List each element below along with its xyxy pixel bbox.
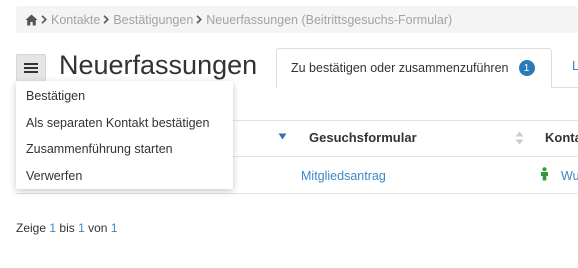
count-badge: 1 bbox=[518, 60, 535, 76]
pager-prefix: Zeige bbox=[16, 221, 47, 235]
actions-dropdown: Bestätigen Als separaten Kontakt bestäti… bbox=[16, 81, 233, 189]
breadcrumb-item-kontakte[interactable]: Kontakte bbox=[51, 13, 100, 27]
chevron-right-icon bbox=[196, 15, 203, 24]
breadcrumb-item-current: Neuerfassungen (Beitrittsgesuchs-Formula… bbox=[206, 12, 453, 27]
tab-next[interactable]: L bbox=[572, 58, 578, 73]
pager-to: 1 bbox=[78, 221, 85, 235]
form-link[interactable]: Mitgliedsantrag bbox=[301, 169, 386, 183]
chevron-right-icon bbox=[103, 15, 110, 24]
pager-total: 1 bbox=[110, 221, 118, 235]
sort-desc-icon[interactable] bbox=[278, 133, 287, 140]
column-header-kontakt[interactable]: Konta bbox=[545, 130, 578, 145]
menu-item-separat-bestaetigen[interactable]: Als separaten Kontakt bestätigen bbox=[16, 110, 233, 137]
tab-zu-bestaetigen[interactable]: Zu bestätigen oder zusammenzuführen 1 bbox=[276, 48, 552, 88]
menu-item-verwerfen[interactable]: Verwerfen bbox=[16, 163, 233, 190]
hamburger-icon bbox=[24, 63, 38, 73]
chevron-right-icon bbox=[41, 15, 47, 24]
menu-button[interactable] bbox=[16, 54, 46, 82]
pager-of-word: von bbox=[88, 221, 108, 235]
pager-to-word: bis bbox=[59, 221, 75, 235]
home-icon[interactable] bbox=[25, 14, 38, 26]
pagination-info: Zeige 1 bis 1 von 1 bbox=[16, 221, 118, 235]
tabs-divider bbox=[552, 87, 578, 88]
sort-icon[interactable] bbox=[515, 131, 524, 145]
tab-label: Zu bestätigen oder zusammenzuführen bbox=[291, 61, 509, 75]
contact-link[interactable]: Wu bbox=[561, 169, 578, 183]
column-header-gesuchsformular[interactable]: Gesuchsformular bbox=[309, 130, 417, 145]
person-icon bbox=[541, 167, 548, 181]
page-title: Neuerfassungen bbox=[59, 50, 258, 80]
breadcrumb: Kontakte Bestätigungen Neuerfassungen (B… bbox=[16, 6, 578, 33]
pager-from: 1 bbox=[49, 221, 57, 235]
breadcrumb-item-bestaetigungen[interactable]: Bestätigungen bbox=[113, 13, 193, 27]
menu-item-bestaetigen[interactable]: Bestätigen bbox=[16, 83, 233, 110]
menu-item-zusammenfuehrung[interactable]: Zusammenführung starten bbox=[16, 136, 233, 163]
